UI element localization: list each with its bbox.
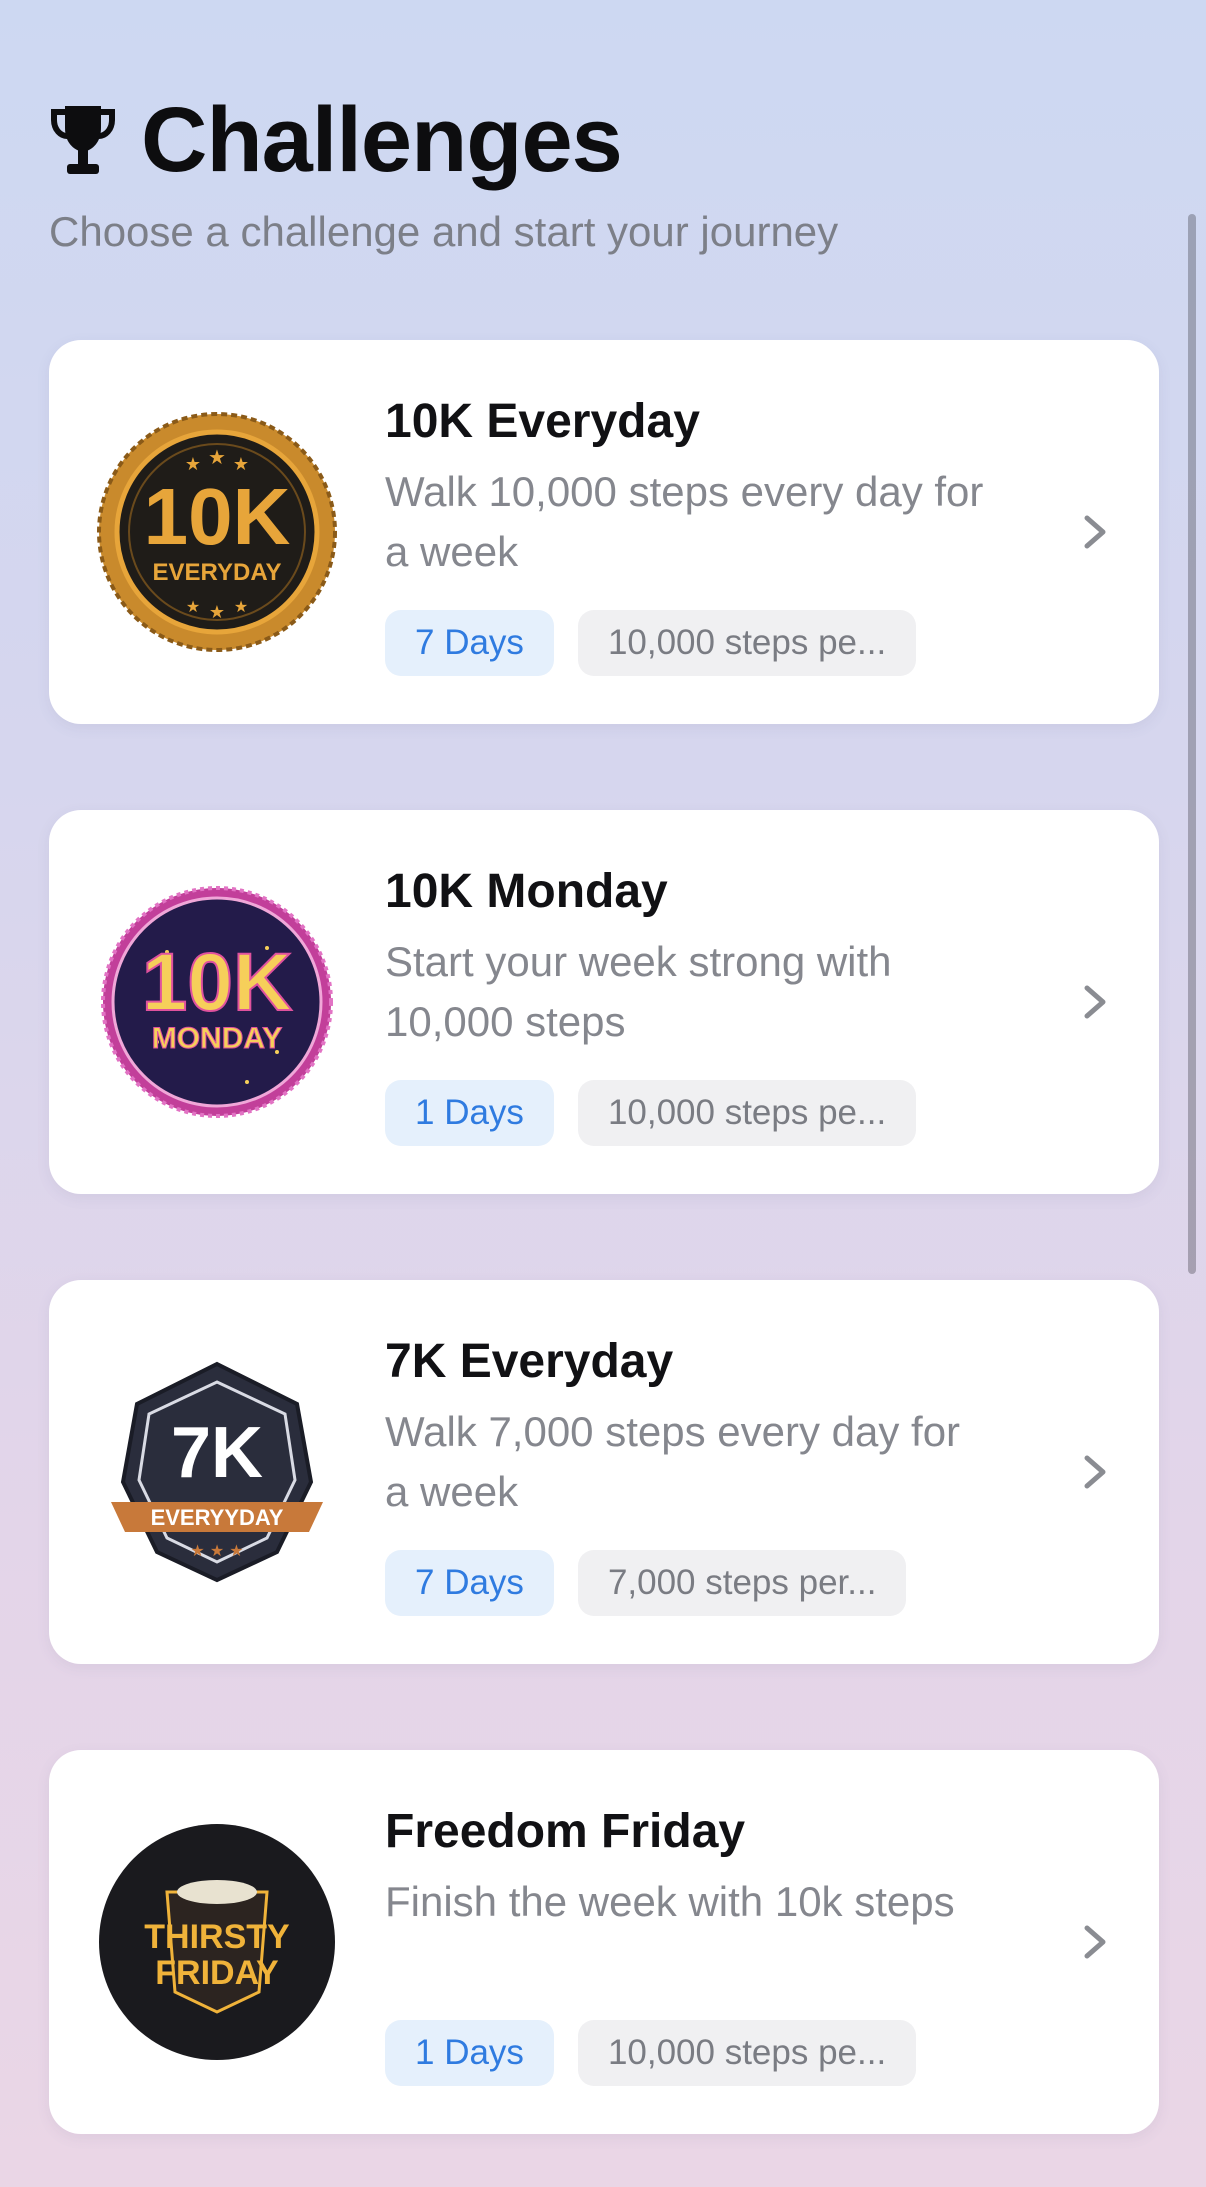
- badge-10k-monday-icon: 10K MONDAY: [97, 882, 337, 1122]
- chevron-right-icon: [1075, 502, 1115, 562]
- challenge-chips: 1 Days 10,000 steps pe...: [385, 2020, 917, 2086]
- steps-chip: 10,000 steps pe...: [577, 610, 917, 676]
- trophy-icon: [49, 100, 117, 180]
- badge-thirsty-friday-icon: THIRSTY FRIDAY: [97, 1822, 337, 2062]
- challenge-card-freedom-friday[interactable]: THIRSTY FRIDAY Freedom Friday Finish the…: [49, 1750, 1159, 2134]
- badge-line2: MONDAY: [152, 1022, 283, 1055]
- challenge-title: 10K Everyday: [385, 395, 700, 448]
- svg-text:★: ★: [186, 597, 200, 616]
- days-chip: 7 Days: [385, 1550, 554, 1616]
- page-title: Challenges: [141, 89, 623, 191]
- page-subtitle: Choose a challenge and start your journe…: [49, 208, 839, 255]
- challenge-chips: 1 Days 10,000 steps pe...: [385, 1080, 917, 1146]
- badge-line1: 10K: [142, 937, 292, 1028]
- page-header: Challenges Choose a challenge and start …: [49, 92, 1149, 258]
- badge-line2: EVERYYDAY: [151, 1505, 284, 1530]
- challenge-description: Walk 10,000 steps every day for a week: [385, 468, 984, 575]
- steps-chip: 10,000 steps pe...: [577, 2020, 917, 2086]
- challenge-title: 10K Monday: [385, 865, 668, 918]
- badge-line1: 10K: [144, 472, 291, 561]
- svg-text:★: ★: [208, 445, 226, 469]
- svg-text:★: ★: [234, 597, 248, 616]
- challenge-card-10k-monday[interactable]: 10K MONDAY 10K Monday Start your week st…: [49, 810, 1159, 1194]
- days-chip: 1 Days: [385, 2020, 554, 2086]
- challenge-title: 7K Everyday: [385, 1335, 674, 1388]
- challenge-description: Finish the week with 10k steps: [385, 1878, 955, 1925]
- badge-10k-everyday-icon: ★ ★ ★ 10K EVERYDAY ★ ★ ★: [97, 412, 337, 652]
- challenge-description: Start your week strong with 10,000 steps: [385, 938, 892, 1045]
- challenge-chips: 7 Days 7,000 steps per...: [385, 1550, 907, 1616]
- challenge-chips: 7 Days 10,000 steps pe...: [385, 610, 917, 676]
- title-row: Challenges: [49, 92, 1149, 188]
- steps-chip: 7,000 steps per...: [577, 1550, 907, 1616]
- chevron-right-icon: [1075, 1442, 1115, 1502]
- chevron-right-icon: [1075, 972, 1115, 1032]
- svg-text:★ ★ ★: ★ ★ ★: [190, 1541, 243, 1560]
- chevron-right-icon: [1075, 1912, 1115, 1972]
- challenge-card-7k-everyday[interactable]: 7K EVERYYDAY ★ ★ ★ 7K Everyday Walk 7,00…: [49, 1280, 1159, 1664]
- badge-line2: FRIDAY: [155, 1954, 279, 1992]
- badge-line2: EVERYDAY: [153, 559, 282, 586]
- badge-line1: 7K: [171, 1413, 263, 1493]
- scrollbar[interactable]: [1188, 214, 1196, 1274]
- days-chip: 1 Days: [385, 1080, 554, 1146]
- days-chip: 7 Days: [385, 610, 554, 676]
- steps-chip: 10,000 steps pe...: [577, 1080, 917, 1146]
- badge-line1: THIRSTY: [144, 1918, 290, 1956]
- challenge-card-10k-everyday[interactable]: ★ ★ ★ 10K EVERYDAY ★ ★ ★ 10K Everyday Wa…: [49, 340, 1159, 724]
- svg-text:★: ★: [209, 602, 225, 623]
- challenge-title: Freedom Friday: [385, 1805, 746, 1858]
- badge-7k-everyday-icon: 7K EVERYYDAY ★ ★ ★: [97, 1352, 337, 1592]
- challenge-description: Walk 7,000 steps every day for a week: [385, 1408, 961, 1515]
